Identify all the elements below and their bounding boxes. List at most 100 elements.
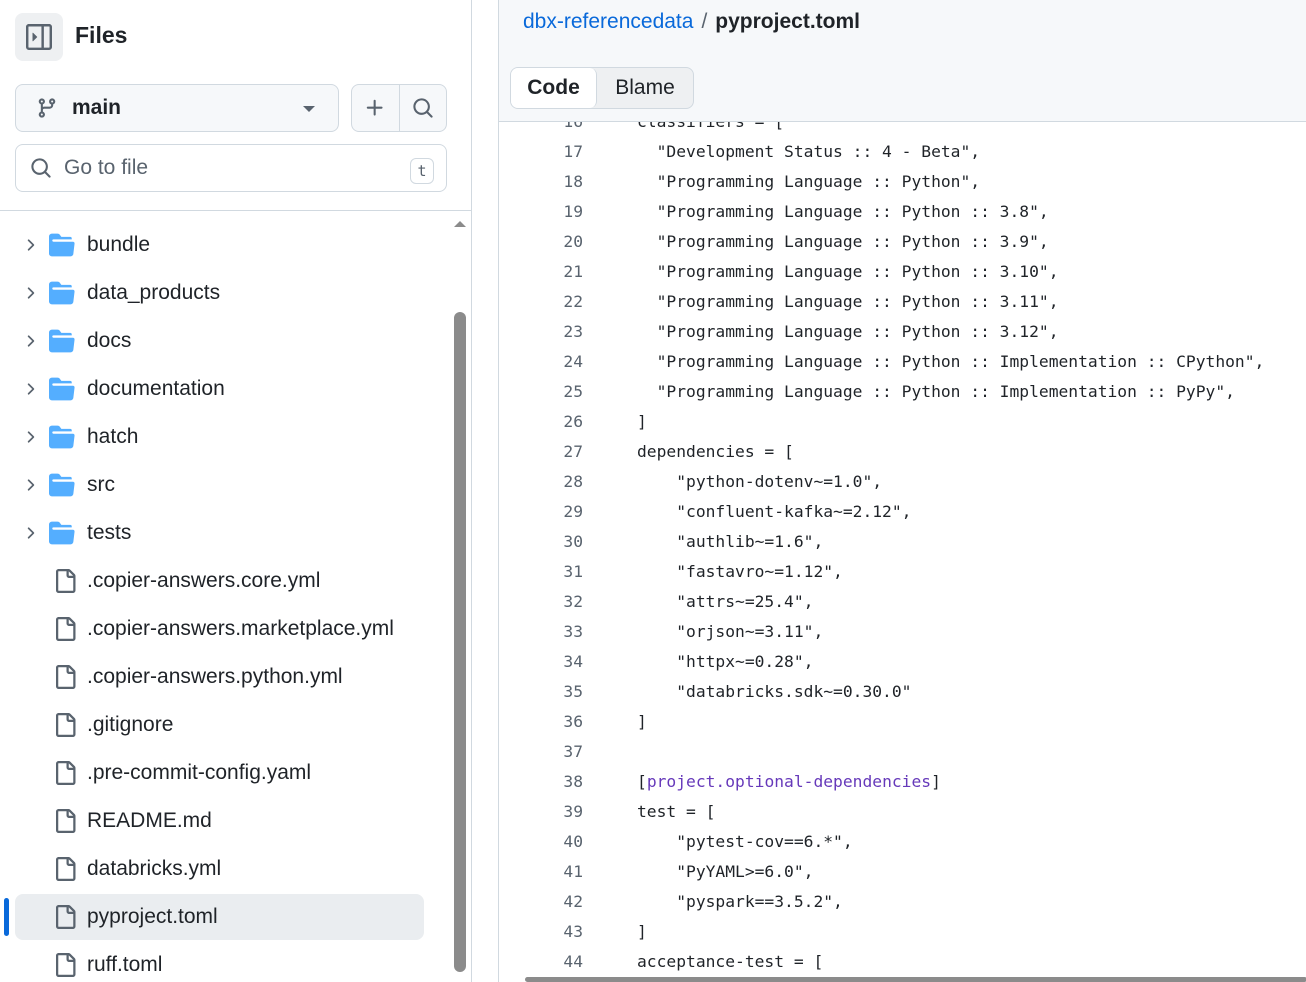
tree-file-item[interactable]: databricks.yml (15, 846, 424, 892)
chevron-right-icon[interactable] (21, 284, 39, 307)
tree-file-item[interactable]: ruff.toml (15, 942, 424, 982)
branch-name: main (72, 96, 122, 119)
search-code-button[interactable] (398, 85, 446, 131)
line-number[interactable]: 33 (533, 617, 583, 647)
chevron-right-icon[interactable] (21, 380, 39, 403)
folder-icon (49, 280, 75, 311)
tree-folder-item[interactable]: bundle (15, 222, 424, 268)
line-number[interactable]: 41 (533, 857, 583, 887)
tree-file-item[interactable]: .gitignore (15, 702, 424, 748)
file-tree-sidebar: Files main t bundle data_productsdocs docu… (0, 0, 472, 982)
chevron-right-icon[interactable] (21, 332, 39, 355)
line-number[interactable]: 27 (533, 437, 583, 467)
line-number[interactable]: 34 (533, 647, 583, 677)
tree-file-item[interactable]: .copier-answers.core.yml (15, 558, 424, 604)
sidebar-collapse-button[interactable] (15, 13, 63, 61)
tree-folder-item[interactable]: data_products (15, 270, 424, 316)
code-line: 42 "pyspark==3.5.2", (499, 887, 1306, 917)
tree-item-label: .copier-answers.core.yml (87, 569, 321, 592)
code-line: 31 "fastavro~=1.12", (499, 557, 1306, 587)
code-line: 18 "Programming Language :: Python", (499, 167, 1306, 197)
code-line: 41 "PyYAML>=6.0", (499, 857, 1306, 887)
tree-folder-item[interactable]: src (15, 462, 424, 508)
line-number[interactable]: 22 (533, 287, 583, 317)
search-icon (413, 98, 433, 118)
tree-file-item[interactable]: .copier-answers.marketplace.yml (15, 606, 424, 652)
line-number[interactable]: 43 (533, 917, 583, 947)
code-line: 20 "Programming Language :: Python :: 3.… (499, 227, 1306, 257)
line-source: "Development Status :: 4 - Beta", (637, 142, 981, 161)
breadcrumb-repo-link[interactable]: dbx-referencedata (523, 10, 693, 34)
sidebar-title: Files (75, 22, 128, 48)
line-source: "Programming Language :: Python :: Imple… (637, 352, 1265, 371)
line-number[interactable]: 31 (533, 557, 583, 587)
tree-item-label: data_products (87, 281, 221, 304)
tab-code[interactable]: Code (511, 68, 597, 108)
go-to-file-field[interactable]: t (15, 144, 447, 192)
sidebar-scrollbar-thumb[interactable] (454, 312, 466, 972)
line-source: "Programming Language :: Python :: 3.11"… (637, 292, 1059, 311)
line-number[interactable]: 35 (533, 677, 583, 707)
line-number[interactable]: 20 (533, 227, 583, 257)
sidebar-divider (0, 210, 471, 211)
scroll-up-arrow-icon[interactable] (453, 219, 467, 229)
code-horizontal-scrollbar[interactable] (525, 977, 1306, 982)
tree-file-item[interactable]: .pre-commit-config.yaml (15, 750, 424, 796)
add-file-button[interactable] (352, 85, 399, 131)
code-line: 38 [project.optional-dependencies] (499, 767, 1306, 797)
line-number[interactable]: 36 (533, 707, 583, 737)
chevron-right-icon[interactable] (21, 236, 39, 259)
line-source: "fastavro~=1.12", (637, 562, 843, 581)
code-line: 27 dependencies = [ (499, 437, 1306, 467)
tree-folder-item[interactable]: tests (15, 510, 424, 556)
line-number[interactable]: 16 (533, 122, 583, 137)
tree-item-label: .copier-answers.marketplace.yml (87, 617, 394, 640)
tree-folder-item[interactable]: hatch (15, 414, 424, 460)
tree-item-label: .pre-commit-config.yaml (87, 761, 312, 784)
line-number[interactable]: 24 (533, 347, 583, 377)
branch-selector-button[interactable]: main (15, 84, 339, 132)
line-number[interactable]: 29 (533, 497, 583, 527)
line-number[interactable]: 38 (533, 767, 583, 797)
line-number[interactable]: 25 (533, 377, 583, 407)
line-number[interactable]: 32 (533, 587, 583, 617)
folder-icon (49, 472, 75, 503)
tree-file-item[interactable]: .copier-answers.python.yml (15, 654, 424, 700)
line-number[interactable]: 17 (533, 137, 583, 167)
line-source: "Programming Language :: Python :: 3.8", (637, 202, 1049, 221)
line-source: "authlib~=1.6", (637, 532, 824, 551)
line-number[interactable]: 19 (533, 197, 583, 227)
line-number[interactable]: 18 (533, 167, 583, 197)
line-number[interactable]: 23 (533, 317, 583, 347)
chevron-right-icon[interactable] (21, 476, 39, 499)
chevron-right-icon[interactable] (21, 524, 39, 547)
line-source: "PyYAML>=6.0", (637, 862, 814, 881)
tab-blame[interactable]: Blame (597, 68, 693, 108)
keyboard-shortcut-hint: t (410, 158, 434, 184)
tree-item-label: .copier-answers.python.yml (87, 665, 343, 688)
file-actions-group (351, 84, 447, 132)
line-source: acceptance-test = [ (637, 952, 824, 971)
go-to-file-input[interactable] (64, 156, 384, 180)
line-number[interactable]: 26 (533, 407, 583, 437)
line-number[interactable]: 28 (533, 467, 583, 497)
selected-item-marker (4, 898, 9, 936)
code-line: 30 "authlib~=1.6", (499, 527, 1306, 557)
tree-folder-item[interactable]: docs (15, 318, 424, 364)
code-view: 16classifiers = [17 "Development Status … (499, 122, 1306, 982)
folder-icon (49, 328, 75, 359)
line-source: "python-dotenv~=1.0", (637, 472, 883, 491)
line-number[interactable]: 21 (533, 257, 583, 287)
tree-file-item[interactable]: pyproject.toml (15, 894, 424, 940)
line-number[interactable]: 39 (533, 797, 583, 827)
tree-folder-item[interactable]: documentation (15, 366, 424, 412)
line-number[interactable]: 40 (533, 827, 583, 857)
chevron-right-icon[interactable] (21, 428, 39, 451)
line-number[interactable]: 42 (533, 887, 583, 917)
tree-file-item[interactable]: README.md (15, 798, 424, 844)
line-number[interactable]: 37 (533, 737, 583, 767)
line-number[interactable]: 30 (533, 527, 583, 557)
line-number[interactable]: 44 (533, 947, 583, 977)
file-icon (53, 856, 77, 887)
line-source: ] (637, 412, 647, 431)
